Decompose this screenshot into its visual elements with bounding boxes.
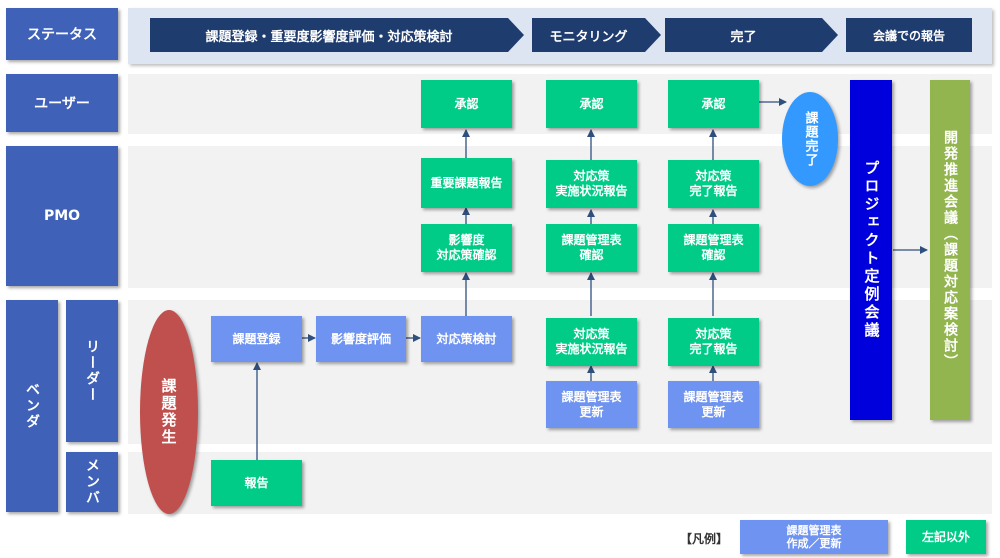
status-report-leader-box: 対応策 実施状況報告	[546, 318, 637, 366]
complete-report-leader-box: 対応策 完了報告	[668, 318, 759, 366]
issue-done-oval: 課題完了	[782, 92, 838, 186]
impact-eval-box: 影響度評価	[316, 316, 406, 362]
issue-register-box: 課題登録	[211, 316, 302, 362]
approve-box-3: 承認	[668, 80, 759, 128]
mgmt-confirm-box-1: 課題管理表 確認	[546, 224, 637, 272]
mgmt-update-box-1: 課題管理表 更新	[546, 381, 637, 428]
project-meeting-bar: プロジェクト定例会議	[850, 80, 892, 420]
mgmt-confirm-box-2: 課題管理表 確認	[668, 224, 759, 272]
legend-blue-box: 課題管理表 作成／更新	[740, 520, 888, 554]
approve-box-2: 承認	[546, 80, 637, 128]
countermeasure-box: 対応策検討	[421, 316, 512, 362]
impact-confirm-box: 影響度 対応策確認	[421, 224, 512, 272]
legend-title: 【凡例】	[680, 531, 729, 546]
legend-green-box: 左記以外	[906, 520, 986, 554]
complete-report-pmo-box: 対応策 完了報告	[668, 160, 759, 208]
important-report-box: 重要課題報告	[421, 158, 512, 208]
mgmt-update-box-2: 課題管理表 更新	[668, 381, 759, 428]
report-box: 報告	[211, 460, 302, 506]
approve-box-1: 承認	[421, 80, 512, 128]
dev-meeting-bar: 開発推進会議（課題対応案検討）	[930, 80, 970, 420]
status-report-pmo-box: 対応策 実施状況報告	[546, 160, 637, 208]
issue-occur-oval: 課題発生	[140, 310, 198, 514]
